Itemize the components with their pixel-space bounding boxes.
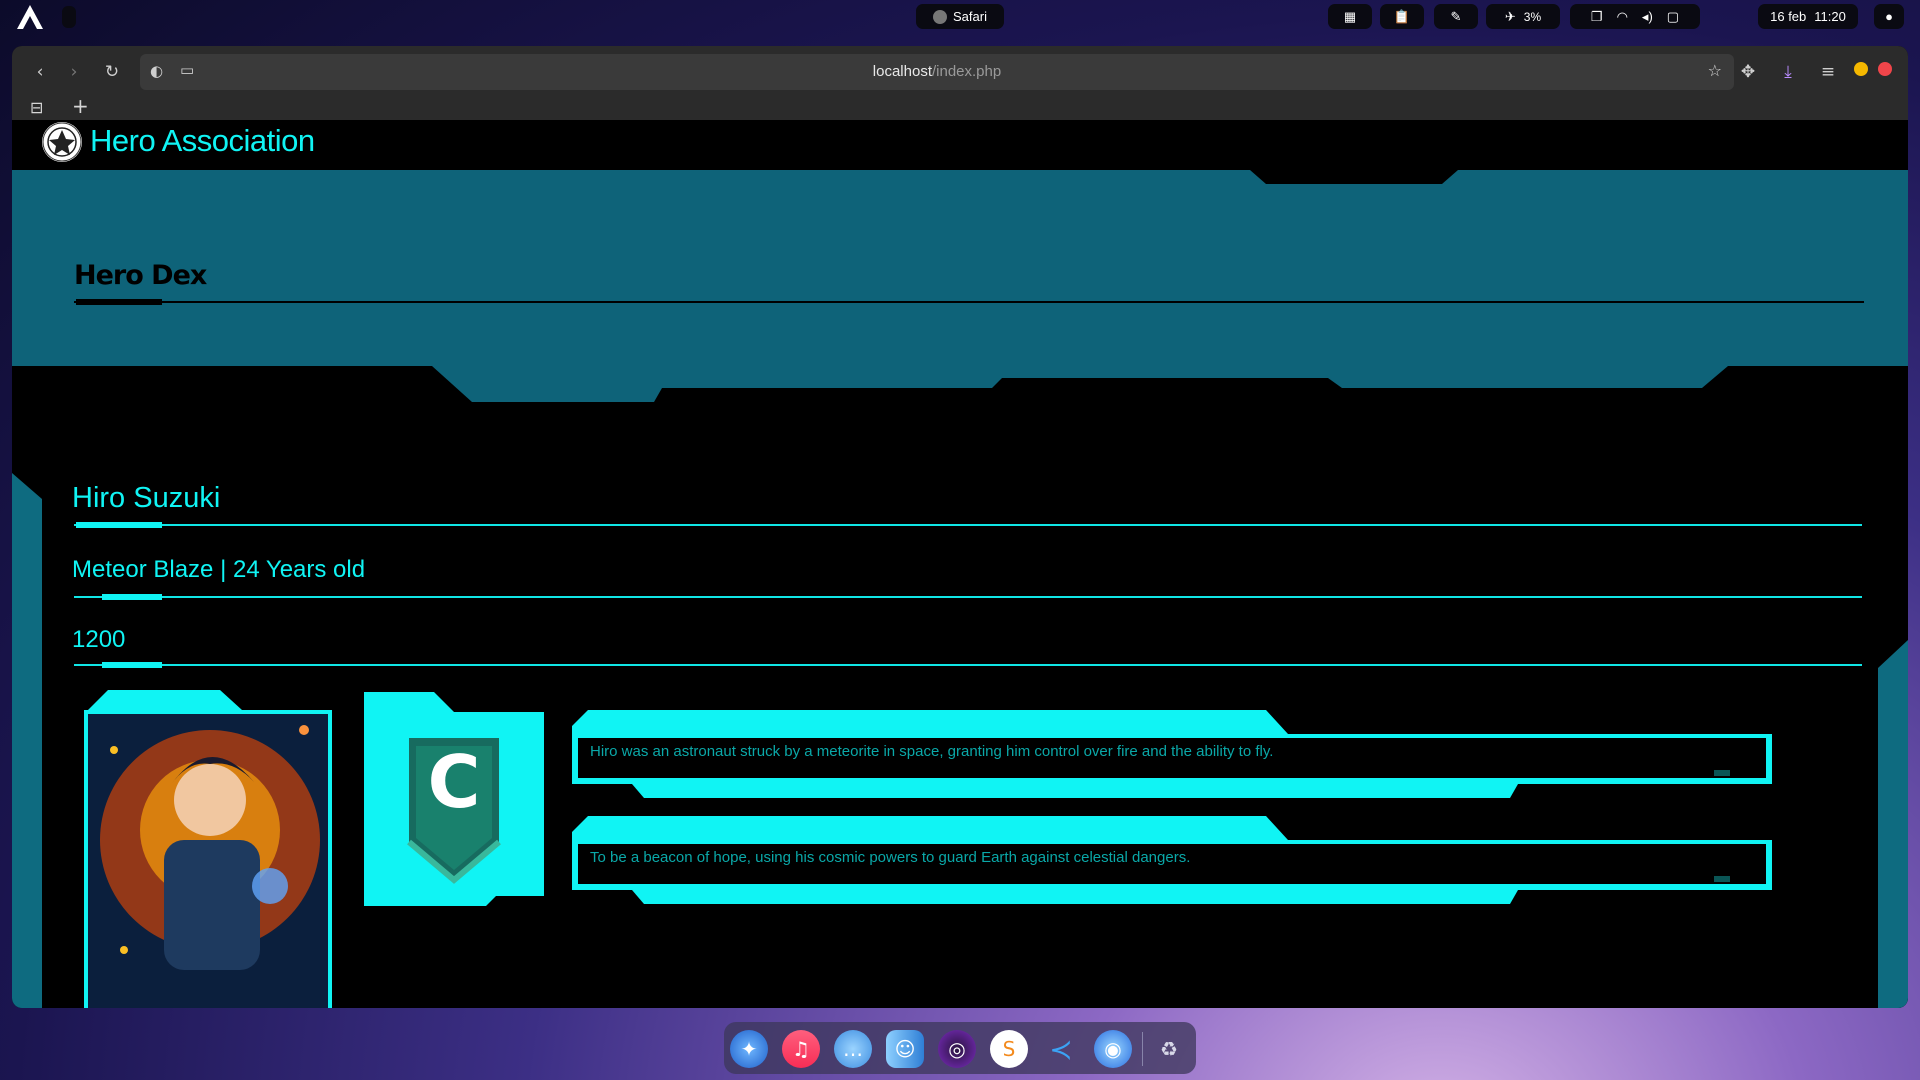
date-text: 16 feb: [1770, 9, 1807, 24]
hero-origin-box: Hiro was an astronaut struck by a meteor…: [572, 710, 1772, 798]
download-icon[interactable]: ⤓: [1778, 62, 1798, 82]
minimize-button[interactable]: [1854, 62, 1868, 76]
rank-letter: C: [427, 740, 481, 824]
url-host: localhost: [872, 63, 932, 80]
vscode-icon[interactable]: ≺: [1042, 1030, 1080, 1068]
time-text: 11:20: [1814, 9, 1846, 24]
battery-pill[interactable]: ✈ 3%: [1486, 4, 1560, 29]
extensions-icon[interactable]: ✥: [1738, 62, 1758, 82]
hero-score: 1200: [72, 626, 126, 653]
status-dot-icon[interactable]: ●: [1874, 4, 1904, 29]
system-top-bar: Safari ▦ 📋 ✎ ✈ 3% ❐ ◠ ◂) ▢ 16 feb 11:20 …: [0, 0, 1920, 34]
orb-icon[interactable]: ◎: [938, 1030, 976, 1068]
site-header: Hero Association: [12, 120, 1908, 170]
trash-icon[interactable]: ♻: [1150, 1030, 1188, 1068]
hero-dex-banner: [12, 170, 1908, 402]
menu-icon[interactable]: ≡: [1818, 62, 1838, 82]
dock-separator: [1142, 1032, 1143, 1066]
plane-icon: ✈: [1504, 8, 1516, 24]
volume-icon: ◂): [1641, 8, 1653, 24]
browser-window: ‹ › ↻ ◐ ▭ localhost/index.php ☆ ✥ ⤓ ≡ ⊟ …: [12, 46, 1908, 1008]
hero-association-logo-icon[interactable]: [42, 122, 82, 162]
web-page: Hero Association Hero Dex Hiro Suzuki Me…: [12, 120, 1908, 1008]
bookmark-star-icon[interactable]: ☆: [1708, 61, 1722, 80]
name-accent-bar: [76, 522, 162, 528]
battery-percent: 3%: [1523, 9, 1542, 24]
messages-icon[interactable]: …: [834, 1030, 872, 1068]
score-divider: [74, 664, 1862, 666]
section-title: Hero Dex: [74, 260, 207, 291]
url-path: /index.php: [931, 63, 1002, 80]
clock-pill[interactable]: 16 feb 11:20: [1758, 4, 1858, 29]
sublime-icon[interactable]: S: [990, 1030, 1028, 1068]
alias-divider: [74, 596, 1862, 598]
firefox-icon[interactable]: ◉: [1094, 1030, 1132, 1068]
alias-accent-bar: [102, 594, 162, 600]
system-tray[interactable]: ❐ ◠ ◂) ▢: [1570, 4, 1700, 29]
pen-icon[interactable]: ✎: [1434, 4, 1478, 29]
wifi-icon: ◠: [1616, 8, 1628, 24]
reload-icon[interactable]: ↻: [102, 62, 122, 82]
score-accent-bar: [102, 662, 162, 668]
origin-text: Hiro was an astronaut struck by a meteor…: [590, 743, 1274, 760]
active-app-label: Safari: [953, 9, 987, 24]
dock: ✦ ♫ … ☺ ◎ S ≺ ◉ ♻: [724, 1022, 1196, 1074]
back-icon[interactable]: ‹: [30, 62, 50, 82]
power-icon: ▢: [1666, 8, 1680, 24]
section-divider: [74, 301, 1864, 303]
name-divider: [74, 524, 1862, 526]
address-bar[interactable]: ◐ ▭ localhost/index.php ☆: [140, 54, 1734, 90]
forward-icon[interactable]: ›: [64, 62, 84, 82]
workspace-indicator[interactable]: [62, 6, 76, 28]
tab-overview-icon[interactable]: ⊟: [30, 98, 43, 117]
layout-icon[interactable]: ▦: [1328, 4, 1372, 29]
right-side-panel: [1878, 640, 1908, 1008]
active-app-pill[interactable]: Safari: [916, 4, 1004, 29]
safari-small-icon: [933, 9, 948, 24]
mission-text: To be a beacon of hope, using his cosmic…: [590, 849, 1191, 866]
music-icon[interactable]: ♫: [782, 1030, 820, 1068]
safari-icon[interactable]: ✦: [730, 1030, 768, 1068]
section-accent-bar: [76, 299, 162, 305]
left-side-panel: [12, 473, 42, 1008]
hero-portrait[interactable]: [84, 690, 332, 1008]
arch-logo-icon[interactable]: [16, 4, 44, 30]
new-tab-icon[interactable]: +: [72, 94, 89, 118]
hero-alias-age: Meteor Blaze | 24 Years old: [72, 556, 366, 583]
hero-name: Hiro Suzuki: [72, 482, 221, 514]
finder-icon[interactable]: ☺: [886, 1030, 924, 1068]
site-title[interactable]: Hero Association: [90, 123, 315, 159]
url-text[interactable]: localhost/index.php: [140, 63, 1734, 80]
browser-toolbar: ‹ › ↻ ◐ ▭ localhost/index.php ☆ ✥ ⤓ ≡ ⊟ …: [12, 46, 1908, 120]
hero-mission-box: To be a beacon of hope, using his cosmic…: [572, 816, 1772, 904]
clipboard-icon[interactable]: 📋: [1380, 4, 1424, 29]
close-button[interactable]: [1878, 62, 1892, 76]
window-icon: ❐: [1590, 8, 1603, 24]
